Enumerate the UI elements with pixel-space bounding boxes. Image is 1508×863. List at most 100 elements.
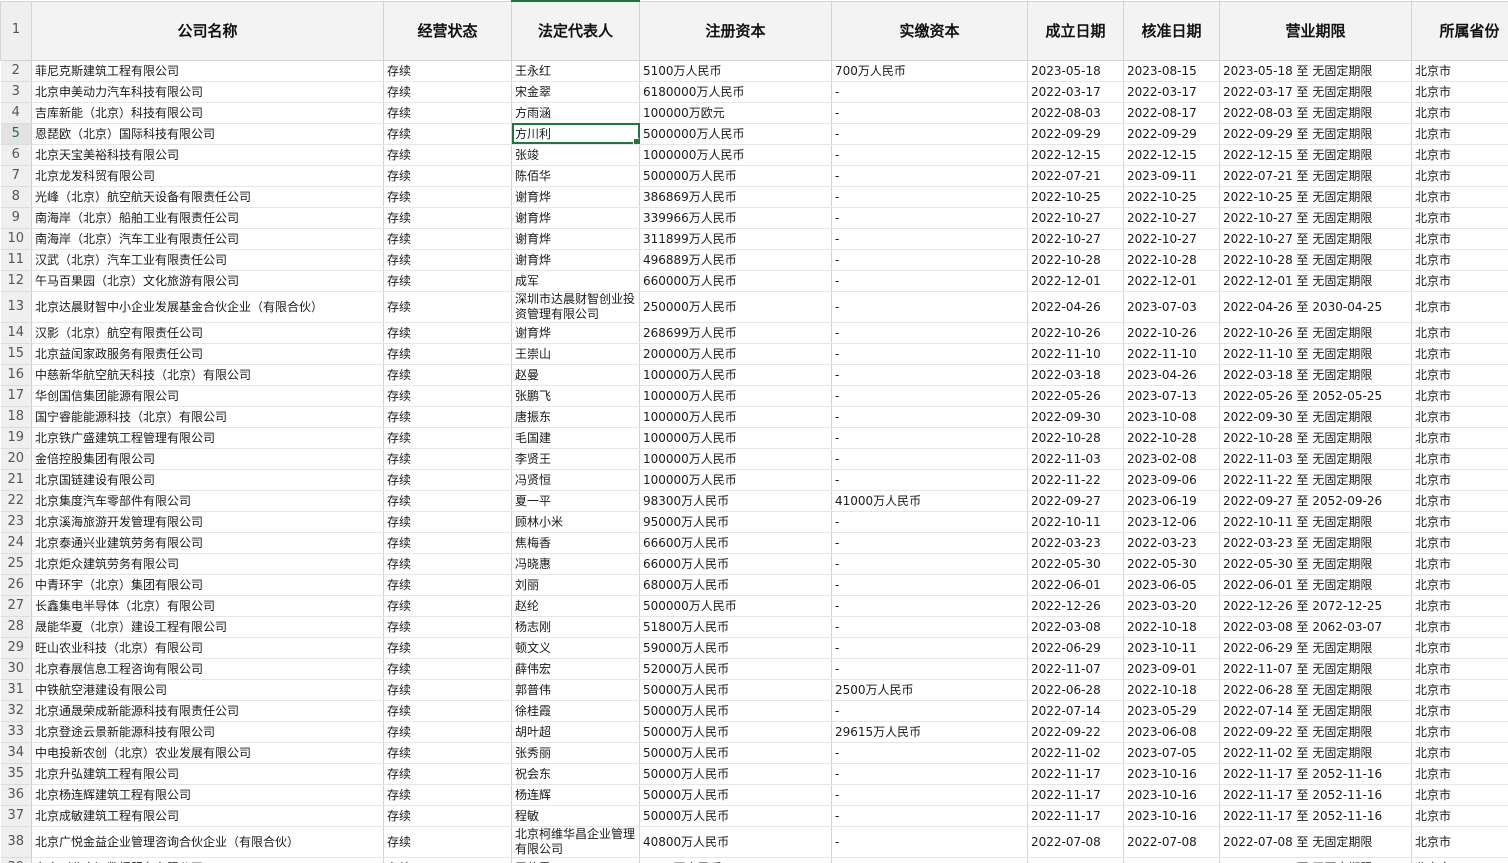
business-term-cell[interactable]: 2022-12-26 至 2072-12-25 <box>1219 595 1412 617</box>
province-cell[interactable]: 北京市 <box>1411 658 1508 680</box>
paid-in-capital-cell[interactable]: - <box>831 385 1028 407</box>
approval-date-cell[interactable]: 2023-09-01 <box>1123 658 1220 680</box>
status-cell[interactable]: 存续 <box>383 574 512 596</box>
company-name-cell[interactable]: 北京申美动力汽车科技有限公司 <box>31 81 384 103</box>
row-number[interactable]: 8 <box>0 186 32 208</box>
paid-in-capital-cell[interactable]: - <box>831 448 1028 470</box>
status-cell[interactable]: 存续 <box>383 490 512 512</box>
company-name-cell[interactable]: 北京溪海旅游开发管理有限公司 <box>31 511 384 533</box>
company-name-cell[interactable]: 北京达晨财智中小企业发展基金合伙企业（有限合伙） <box>31 291 384 323</box>
row-number[interactable]: 18 <box>0 406 32 428</box>
legal-representative-cell[interactable]: 张秀丽 <box>511 742 640 764</box>
approval-date-cell[interactable]: 2023-06-05 <box>1123 574 1220 596</box>
registered-capital-cell[interactable]: 50000万人民币 <box>639 742 832 764</box>
province-cell[interactable]: 北京市 <box>1411 490 1508 512</box>
row-number[interactable]: 19 <box>0 427 32 449</box>
approval-date-cell[interactable]: 2022-10-28 <box>1123 249 1220 271</box>
status-cell[interactable]: 存续 <box>383 448 512 470</box>
registered-capital-cell[interactable]: 5100万人民币 <box>639 60 832 82</box>
established-date-cell[interactable]: 2022-11-02 <box>1027 742 1124 764</box>
status-cell[interactable]: 存续 <box>383 207 512 229</box>
business-term-cell[interactable]: 2022-11-17 至 2052-11-16 <box>1219 805 1412 827</box>
paid-in-capital-cell[interactable]: - <box>831 763 1028 785</box>
business-term-cell[interactable]: 2022-04-26 至 2030-04-25 <box>1219 291 1412 323</box>
established-date-cell[interactable]: 2022-10-27 <box>1027 228 1124 250</box>
province-cell[interactable]: 北京市 <box>1411 123 1508 145</box>
registered-capital-cell[interactable]: 250000万人民币 <box>639 291 832 323</box>
company-name-cell[interactable]: 南海岸（北京）船舶工业有限责任公司 <box>31 207 384 229</box>
company-name-cell[interactable]: 菲尼克斯建筑工程有限公司 <box>31 60 384 82</box>
established-date-cell[interactable]: 2022-08-03 <box>1027 102 1124 124</box>
business-term-cell[interactable]: 2022-09-29 至 无固定期限 <box>1219 123 1412 145</box>
business-term-cell[interactable]: 2023-05-18 至 无固定期限 <box>1219 60 1412 82</box>
row-number[interactable]: 3 <box>0 81 32 103</box>
registered-capital-cell[interactable]: 50000万人民币 <box>639 763 832 785</box>
province-cell[interactable]: 北京市 <box>1411 385 1508 407</box>
status-cell[interactable]: 存续 <box>383 826 512 858</box>
province-cell[interactable]: 北京市 <box>1411 700 1508 722</box>
company-name-cell[interactable]: 中青环宇（北京）集团有限公司 <box>31 574 384 596</box>
row-number[interactable]: 13 <box>0 291 32 323</box>
legal-representative-cell[interactable]: 刘丽 <box>511 574 640 596</box>
established-date-cell[interactable]: 2022-05-30 <box>1027 553 1124 575</box>
paid-in-capital-cell[interactable]: - <box>831 553 1028 575</box>
business-term-cell[interactable]: 2022-10-26 至 无固定期限 <box>1219 322 1412 344</box>
paid-in-capital-cell[interactable]: - <box>831 658 1028 680</box>
column-header-established-date[interactable]: 成立日期 <box>1027 0 1124 61</box>
row-number[interactable]: 21 <box>0 469 32 491</box>
row-number[interactable]: 39 <box>0 857 32 863</box>
province-cell[interactable]: 北京市 <box>1411 553 1508 575</box>
paid-in-capital-cell[interactable]: - <box>831 343 1028 365</box>
established-date-cell[interactable]: 2022-03-17 <box>1027 81 1124 103</box>
registered-capital-cell[interactable]: 40800万人民币 <box>639 826 832 858</box>
business-term-cell[interactable]: 2022-10-28 至 无固定期限 <box>1219 427 1412 449</box>
status-cell[interactable]: 存续 <box>383 186 512 208</box>
business-term-cell[interactable]: 2022-08-03 至 无固定期限 <box>1219 102 1412 124</box>
row-number[interactable]: 20 <box>0 448 32 470</box>
legal-representative-cell[interactable]: 周伟勇 <box>511 857 640 863</box>
province-cell[interactable]: 北京市 <box>1411 511 1508 533</box>
row-number[interactable]: 33 <box>0 721 32 743</box>
status-cell[interactable]: 存续 <box>383 532 512 554</box>
company-name-cell[interactable]: 北京国链建设有限公司 <box>31 469 384 491</box>
approval-date-cell[interactable]: 2022-03-17 <box>1123 81 1220 103</box>
approval-date-cell[interactable]: 2023-04-26 <box>1123 364 1220 386</box>
status-cell[interactable]: 存续 <box>383 385 512 407</box>
paid-in-capital-cell[interactable]: 2500万人民币 <box>831 679 1028 701</box>
province-cell[interactable]: 北京市 <box>1411 679 1508 701</box>
paid-in-capital-cell[interactable]: 41000万人民币 <box>831 490 1028 512</box>
province-cell[interactable]: 北京市 <box>1411 364 1508 386</box>
row-number[interactable]: 25 <box>0 553 32 575</box>
legal-representative-cell[interactable]: 赵纶 <box>511 595 640 617</box>
legal-representative-cell[interactable]: 程敏 <box>511 805 640 827</box>
company-name-cell[interactable]: 北京龙发科贸有限公司 <box>31 165 384 187</box>
legal-representative-cell[interactable]: 祝会东 <box>511 763 640 785</box>
province-cell[interactable]: 北京市 <box>1411 60 1508 82</box>
approval-date-cell[interactable]: 2023-09-11 <box>1123 165 1220 187</box>
province-cell[interactable]: 北京市 <box>1411 249 1508 271</box>
established-date-cell[interactable]: 2022-09-29 <box>1027 123 1124 145</box>
province-cell[interactable]: 北京市 <box>1411 637 1508 659</box>
business-term-cell[interactable]: 2022-11-10 至 无固定期限 <box>1219 343 1412 365</box>
established-date-cell[interactable]: 2022-06-01 <box>1027 574 1124 596</box>
company-name-cell[interactable]: 北京炬众建筑劳务有限公司 <box>31 553 384 575</box>
established-date-cell[interactable]: 2022-06-28 <box>1027 679 1124 701</box>
approval-date-cell[interactable]: 2023-05-29 <box>1123 700 1220 722</box>
paid-in-capital-cell[interactable]: - <box>831 406 1028 428</box>
approval-date-cell[interactable]: 2022-10-25 <box>1123 186 1220 208</box>
approval-date-cell[interactable]: 2022-11-10 <box>1123 343 1220 365</box>
status-cell[interactable]: 存续 <box>383 60 512 82</box>
company-name-cell[interactable]: 午马百果园（北京）文化旅游有限公司 <box>31 270 384 292</box>
row-number[interactable]: 16 <box>0 364 32 386</box>
legal-representative-cell[interactable]: 谢育烨 <box>511 207 640 229</box>
approval-date-cell[interactable]: 2023-06-08 <box>1123 721 1220 743</box>
legal-representative-cell[interactable]: 王永红 <box>511 60 640 82</box>
paid-in-capital-cell[interactable]: - <box>831 165 1028 187</box>
row-number[interactable]: 4 <box>0 102 32 124</box>
paid-in-capital-cell[interactable]: - <box>831 291 1028 323</box>
paid-in-capital-cell[interactable]: - <box>831 784 1028 806</box>
company-name-cell[interactable]: 汉影（北京）航空有限责任公司 <box>31 322 384 344</box>
province-cell[interactable]: 北京市 <box>1411 207 1508 229</box>
approval-date-cell[interactable]: 2022-10-26 <box>1123 322 1220 344</box>
established-date-cell[interactable]: 2022-10-11 <box>1027 511 1124 533</box>
